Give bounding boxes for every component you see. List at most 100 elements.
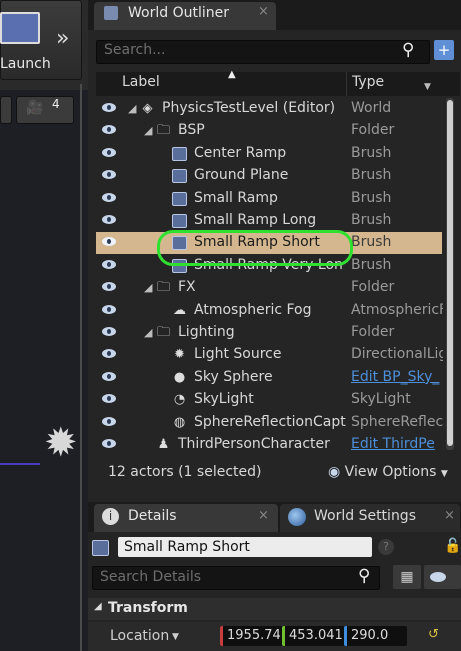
column-dropdown-icon[interactable]: ▼ bbox=[424, 82, 431, 92]
tab-world-settings-label: World Settings bbox=[314, 508, 416, 524]
visibility-eye-icon[interactable] bbox=[102, 237, 116, 247]
outliner-row[interactable]: ◍ SphereReflectionCapt SphereReflec bbox=[96, 412, 443, 434]
location-label[interactable]: Location bbox=[110, 628, 169, 644]
brush-icon bbox=[172, 214, 187, 228]
row-type: SphereReflec bbox=[351, 413, 443, 430]
row-label: SphereReflectionCapt bbox=[194, 413, 346, 430]
outliner-row[interactable]: ◢ 🗀 FX Folder bbox=[96, 277, 442, 299]
lock-icon[interactable]: 🔓 bbox=[444, 538, 461, 554]
location-y-input[interactable]: 453.041 bbox=[282, 626, 345, 646]
help-icon[interactable]: ? bbox=[378, 539, 394, 555]
visibility-eye-icon[interactable] bbox=[102, 170, 116, 180]
close-icon[interactable]: × bbox=[444, 508, 455, 523]
expand-chevron-icon[interactable]: » bbox=[56, 26, 69, 51]
column-label-header[interactable]: Label bbox=[122, 74, 160, 90]
visibility-eye-icon[interactable] bbox=[102, 416, 116, 426]
outliner-row[interactable]: ◢ ◈ PhysicsTestLevel (Editor) World bbox=[96, 98, 442, 120]
viewport-canvas[interactable] bbox=[0, 90, 88, 651]
chevron-down-icon[interactable]: ▼ bbox=[172, 632, 179, 642]
outliner-row[interactable]: ◔ SkyLight SkyLight bbox=[96, 389, 442, 411]
row-label: Small Ramp Long bbox=[194, 212, 317, 228]
close-icon[interactable]: × bbox=[258, 508, 269, 523]
light-source-icon: ✹ bbox=[174, 347, 185, 363]
expand-arrow-icon[interactable]: ◢ bbox=[144, 281, 152, 294]
location-z-input[interactable]: 290.0 bbox=[344, 626, 407, 646]
row-type: Brush bbox=[351, 256, 392, 273]
expand-arrow-icon[interactable]: ◢ bbox=[128, 102, 136, 115]
sort-ascending-icon: ▲ bbox=[228, 69, 236, 80]
tab-details[interactable] bbox=[94, 504, 278, 532]
visibility-eye-icon[interactable] bbox=[102, 349, 116, 359]
search-icon[interactable]: ⚲ bbox=[402, 40, 414, 60]
row-type: Brush bbox=[351, 212, 392, 228]
world-icon: ◈ bbox=[142, 101, 153, 116]
row-label: FX bbox=[178, 279, 196, 296]
visibility-eye-icon[interactable] bbox=[102, 192, 116, 202]
visibility-eye-icon[interactable] bbox=[102, 327, 116, 336]
row-label: Sky Sphere bbox=[194, 368, 273, 385]
add-folder-icon[interactable]: + bbox=[434, 40, 454, 60]
outliner-row[interactable]: Small Ramp Long Brush bbox=[96, 210, 442, 232]
close-icon[interactable]: × bbox=[258, 4, 269, 19]
outliner-row[interactable]: ♟ ThirdPersonCharacter Edit ThirdPe bbox=[96, 434, 442, 456]
visibility-eye-icon[interactable] bbox=[102, 371, 116, 381]
column-divider[interactable] bbox=[346, 72, 347, 96]
visibility-eye-icon[interactable] bbox=[102, 125, 116, 135]
search-icon[interactable]: ⚲ bbox=[358, 566, 370, 586]
object-name-field[interactable]: Small Ramp Short bbox=[118, 537, 372, 557]
outliner-row[interactable]: ◢ 🗀 BSP Folder bbox=[96, 120, 442, 142]
location-x-input[interactable]: 1955.74 bbox=[220, 626, 283, 646]
visibility-eye-icon[interactable] bbox=[102, 282, 116, 292]
actor-count: 12 actors (1 selected) bbox=[108, 464, 262, 480]
viewport-line bbox=[0, 463, 40, 465]
world-outliner-icon bbox=[104, 6, 118, 20]
outliner-row[interactable]: ● Sky Sphere Edit BP_Sky_ bbox=[96, 367, 442, 389]
grid-view-icon[interactable]: ▦ bbox=[393, 565, 421, 589]
outliner-scrollbar-thumb[interactable] bbox=[447, 100, 453, 446]
collapse-arrow-icon[interactable]: ◢ bbox=[94, 601, 102, 612]
details-search-placeholder: Search Details bbox=[100, 569, 202, 585]
outliner-row[interactable]: Ground Plane Brush bbox=[96, 165, 442, 187]
brush-icon bbox=[172, 146, 187, 161]
row-type: SkyLight bbox=[351, 391, 411, 408]
view-options-label: View Options bbox=[344, 464, 437, 480]
visibility-eye-icon[interactable] bbox=[102, 394, 116, 404]
outliner-row[interactable]: ✹ Light Source DirectionalLig bbox=[96, 344, 443, 366]
outliner-row[interactable]: Small Ramp Brush bbox=[96, 188, 442, 210]
row-type: AtmosphericF bbox=[351, 301, 443, 318]
directional-light-icon[interactable]: ✹ bbox=[44, 420, 78, 466]
visibility-eye-icon[interactable] bbox=[102, 147, 116, 157]
outliner-row[interactable]: ☁ Atmospheric Fog AtmosphericF bbox=[96, 300, 443, 322]
row-type: Brush bbox=[351, 189, 392, 206]
brush-icon bbox=[92, 540, 109, 556]
brush-icon bbox=[172, 169, 187, 184]
row-type: Brush bbox=[351, 144, 392, 161]
visibility-eye-icon[interactable] bbox=[102, 259, 116, 269]
column-type-header[interactable]: Type bbox=[352, 74, 384, 90]
reflection-capture-icon: ◍ bbox=[173, 414, 186, 430]
visibility-eye-icon[interactable] bbox=[102, 304, 116, 314]
skylight-icon: ◔ bbox=[173, 392, 186, 408]
brush-icon bbox=[172, 191, 187, 206]
outliner-search-placeholder: Search... bbox=[104, 42, 166, 58]
camera-speed-button[interactable] bbox=[16, 96, 74, 124]
edit-blueprint-link[interactable]: Edit ThirdPe bbox=[351, 436, 443, 452]
eye-icon: ◉ bbox=[328, 464, 341, 480]
reset-to-default-icon[interactable]: ↺ bbox=[428, 627, 439, 642]
outliner-row[interactable]: ◢ 🗀 Lighting Folder bbox=[96, 322, 442, 344]
visibility-eye-icon[interactable] bbox=[102, 439, 116, 448]
folder-icon: 🗀 bbox=[156, 325, 170, 340]
row-type: Brush bbox=[351, 167, 392, 184]
view-options-button[interactable]: ◉ View Options ▼ bbox=[328, 464, 448, 480]
transform-section-label: Transform bbox=[108, 600, 188, 616]
row-type: World bbox=[351, 100, 392, 116]
outliner-row[interactable]: Center Ramp Brush bbox=[96, 143, 442, 165]
tab-world-outliner-label: World Outliner bbox=[128, 5, 229, 21]
visibility-eye-icon[interactable] bbox=[102, 103, 116, 112]
expand-arrow-icon[interactable]: ◢ bbox=[144, 124, 152, 137]
edit-blueprint-link[interactable]: Edit BP_Sky_ bbox=[351, 369, 443, 385]
row-label: PhysicsTestLevel (Editor) bbox=[162, 100, 336, 116]
expand-arrow-icon[interactable]: ◢ bbox=[144, 326, 152, 339]
viewport-toolbar-button[interactable] bbox=[0, 96, 12, 124]
visibility-eye-icon[interactable] bbox=[102, 215, 116, 224]
